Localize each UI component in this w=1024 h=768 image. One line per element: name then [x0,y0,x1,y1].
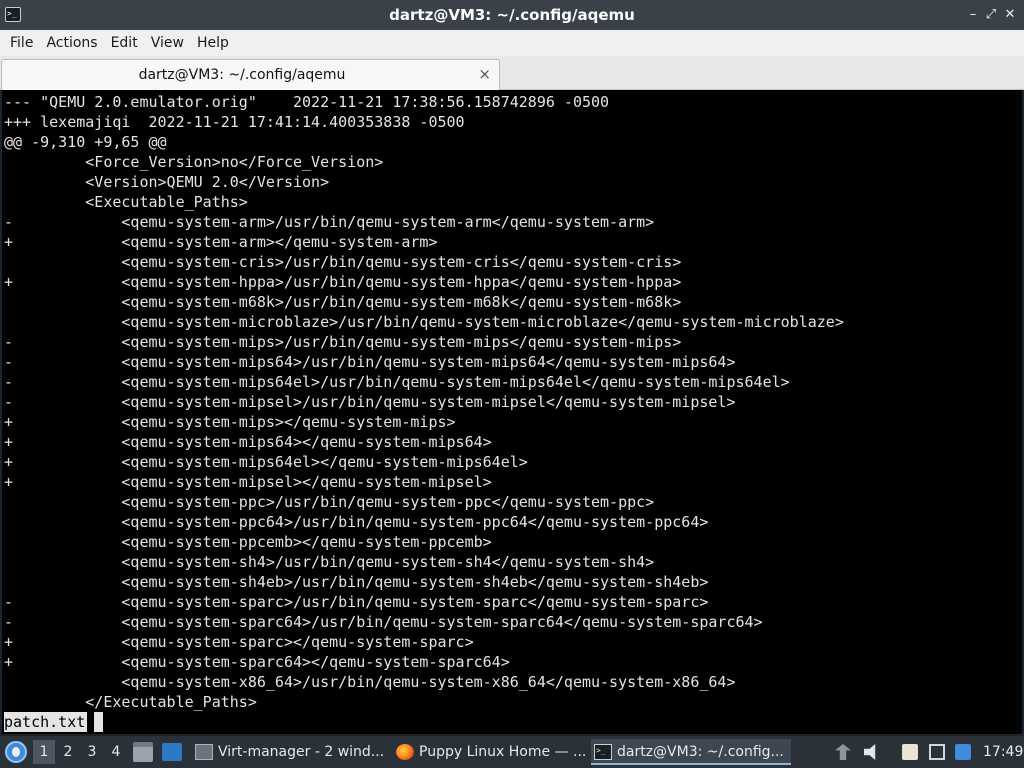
workspace-3[interactable]: 3 [81,740,103,764]
network-icon[interactable] [955,744,971,760]
task-virt-manager[interactable]: Virt-manager - 2 wind... [192,739,388,765]
menu-edit[interactable]: Edit [105,30,144,56]
close-icon[interactable]: ✕ [1002,7,1018,23]
start-menu-icon[interactable] [5,741,27,763]
terminal-line: @@ -9,310 +9,65 @@ [4,133,167,151]
text-cursor [94,712,103,732]
terminal-line: + <qemu-system-mips64></qemu-system-mips… [4,433,492,451]
terminal-line: - <qemu-system-mipsel>/usr/bin/qemu-syst… [4,393,736,411]
tab-terminal[interactable]: dartz@VM3: ~/.config/aqemu × [1,59,500,90]
terminal-line: - <qemu-system-sparc>/usr/bin/qemu-syste… [4,593,709,611]
terminal-line: + <qemu-system-mips64el></qemu-system-mi… [4,453,528,471]
volume-icon[interactable] [864,744,876,760]
task-label: Virt-manager - 2 wind... [218,744,385,760]
terminal-area[interactable]: --- "QEMU 2.0.emulator.orig" 2022-11-21 … [0,90,1024,734]
task-label: Puppy Linux Home — ... [419,744,587,760]
clock[interactable]: 17:49 [983,736,1023,768]
terminal-line: + <qemu-system-mipsel></qemu-system-mips… [4,473,492,491]
terminal-line: + <qemu-system-sparc></qemu-system-sparc… [4,633,474,651]
terminal-line: - <qemu-system-arm>/usr/bin/qemu-system-… [4,213,655,231]
tab-close-icon[interactable]: × [478,64,491,84]
terminal-scrollbar[interactable] [1016,90,1022,734]
terminal-line: <qemu-system-ppc>/usr/bin/qemu-system-pp… [4,493,655,511]
terminal-line: </Executable_Paths> [4,693,257,711]
task-terminal[interactable]: >_ dartz@VM3: ~/.config... [591,739,791,765]
terminal-line: <Executable_Paths> [4,193,248,211]
terminal-line: + <qemu-system-hppa>/usr/bin/qemu-system… [4,273,682,291]
menu-view[interactable]: View [145,30,190,56]
terminal-line: <Version>QEMU 2.0</Version> [4,173,330,191]
display-icon[interactable] [929,744,945,760]
tab-bar: dartz@VM3: ~/.config/aqemu × [0,56,1024,90]
terminal-output: --- "QEMU 2.0.emulator.orig" 2022-11-21 … [4,92,844,712]
terminal-line: <qemu-system-sh4eb>/usr/bin/qemu-system-… [4,573,709,591]
window-title: dartz@VM3: ~/.config/aqemu [389,6,635,24]
clipboard-icon[interactable] [902,744,918,760]
terminal-line: +++ lexemajiqi 2022-11-21 17:41:14.40035… [4,113,465,131]
terminal-line: + <qemu-system-mips></qemu-system-mips> [4,413,456,431]
terminal-line: - <qemu-system-sparc64>/usr/bin/qemu-sys… [4,613,763,631]
window-titlebar[interactable]: >_ dartz@VM3: ~/.config/aqemu – ⤢ ✕ [0,0,1024,30]
maximize-icon[interactable]: ⤢ [983,7,999,23]
file-manager-icon[interactable] [133,742,153,762]
terminal-line: - <qemu-system-mips>/usr/bin/qemu-system… [4,333,682,351]
terminal-line: + <qemu-system-sparc64></qemu-system-spa… [4,653,510,671]
taskbar: 1 2 3 4 Virt-manager - 2 wind... Puppy L… [0,736,1024,768]
minimize-icon[interactable]: – [965,7,981,23]
scroll-up-icon[interactable] [835,744,851,760]
menu-help[interactable]: Help [191,30,235,56]
terminal-line: <qemu-system-sh4>/usr/bin/qemu-system-sh… [4,553,655,571]
task-firefox[interactable]: Puppy Linux Home — ... [393,739,589,765]
pager-status: patch.txt [4,712,88,732]
workspace-1[interactable]: 1 [33,740,55,764]
terminal-line: <Force_Version>no</Force_Version> [4,153,384,171]
workspace-4[interactable]: 4 [105,740,127,764]
menubar: File Actions Edit View Help [0,30,1024,56]
terminal-line: - <qemu-system-mips64el>/usr/bin/qemu-sy… [4,373,790,391]
terminal-line: - <qemu-system-mips64>/usr/bin/qemu-syst… [4,353,736,371]
terminal-line: <qemu-system-m68k>/usr/bin/qemu-system-m… [4,293,682,311]
terminal-line: <qemu-system-ppcemb></qemu-system-ppcemb… [4,533,492,551]
terminal-line: --- "QEMU 2.0.emulator.orig" 2022-11-21 … [4,93,610,111]
task-label: dartz@VM3: ~/.config... [617,744,784,760]
terminal-icon: >_ [594,744,612,760]
terminal-line: <qemu-system-microblaze>/usr/bin/qemu-sy… [4,313,844,331]
terminal-line: <qemu-system-x86_64>/usr/bin/qemu-system… [4,673,736,691]
menu-file[interactable]: File [4,30,39,56]
terminal-line: + <qemu-system-arm></qemu-system-arm> [4,233,438,251]
workspace-2[interactable]: 2 [57,740,79,764]
terminal-line: <qemu-system-ppc64>/usr/bin/qemu-system-… [4,513,709,531]
tab-label: dartz@VM3: ~/.config/aqemu [138,67,346,83]
virt-manager-icon [195,744,213,760]
menu-actions[interactable]: Actions [40,30,103,56]
terminal-line: <qemu-system-cris>/usr/bin/qemu-system-c… [4,253,682,271]
show-desktop-icon[interactable] [162,743,182,761]
firefox-icon [396,744,414,760]
